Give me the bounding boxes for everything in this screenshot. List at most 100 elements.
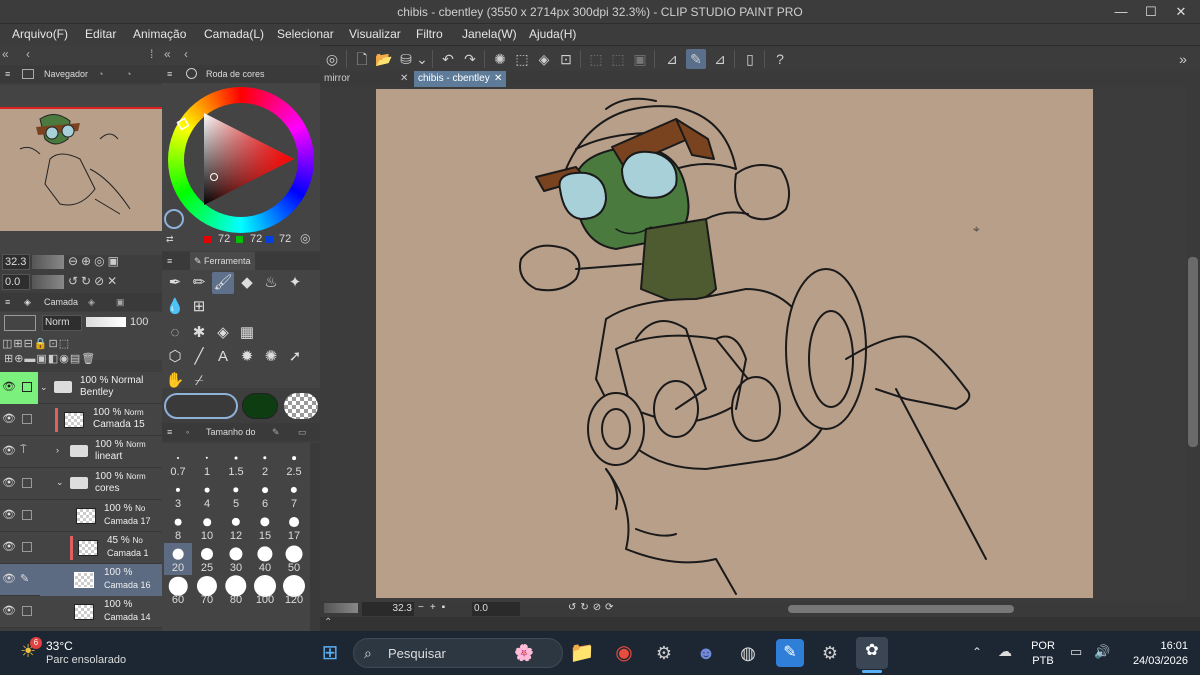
zoom-buttons[interactable]: ⊖⊕◎▣: [68, 254, 122, 268]
gradient-tool-icon[interactable]: ▦: [236, 322, 258, 344]
lock-box[interactable]: [22, 478, 32, 488]
zoom-slider[interactable]: [32, 255, 64, 269]
tab-chibis[interactable]: chibis - cbentley ✕: [414, 71, 506, 87]
special-ruler-snap-icon[interactable]: ✎: [686, 49, 706, 69]
layer-row-cores[interactable]: 👁 ⌄ 100 % Norm cores: [0, 468, 162, 500]
brush-size-15[interactable]: 15: [251, 511, 279, 543]
brush-size-17[interactable]: 17: [280, 511, 308, 543]
eye-icon[interactable]: 👁: [2, 476, 16, 490]
main-color-pill[interactable]: [164, 393, 238, 419]
brush-size-120[interactable]: 120: [280, 575, 308, 607]
brush-size-8[interactable]: 8: [164, 511, 192, 543]
fill-tool-icon[interactable]: ◈: [212, 322, 234, 344]
brush-size-10[interactable]: 10: [193, 511, 221, 543]
balloon-tool-icon[interactable]: ✹: [236, 346, 258, 368]
menu-icon[interactable]: ≡: [167, 65, 172, 83]
tab-icon-c[interactable]: ◈: [88, 293, 95, 311]
weather-desc[interactable]: Parc ensolarado: [46, 654, 126, 666]
saturation-triangle[interactable]: [168, 87, 314, 233]
blend-tool-icon[interactable]: 💧: [164, 296, 186, 318]
menu-icon[interactable]: ≡: [5, 293, 10, 311]
eye-icon[interactable]: 👁: [2, 540, 16, 554]
clip-studio-app-icon[interactable]: ✎: [776, 639, 804, 667]
clip-studio-icon[interactable]: ◎: [322, 49, 342, 69]
expand-chevron-icon[interactable]: ⌄: [56, 477, 64, 488]
eye-icon[interactable]: 👁: [2, 572, 16, 586]
pin-icon[interactable]: ⍑: [20, 444, 27, 457]
brush-size-3[interactable]: 3: [164, 479, 192, 511]
tab-icon-d[interactable]: ▣: [116, 293, 125, 311]
vertical-scroll-thumb[interactable]: [1188, 257, 1198, 447]
color-wheel-title[interactable]: Roda de cores: [206, 65, 265, 83]
zoom-field[interactable]: 32.3: [2, 254, 30, 270]
brush-size-title[interactable]: Tamanho do: [206, 423, 256, 441]
menu-animacao[interactable]: Animação: [133, 27, 186, 41]
text-tool-icon[interactable]: A: [212, 346, 234, 368]
fill-icon[interactable]: ◈: [534, 49, 554, 69]
chevron-left-icon[interactable]: ‹: [26, 47, 30, 61]
menu-selecionar[interactable]: Selecionar: [277, 27, 334, 41]
brush-size-4[interactable]: 4: [193, 479, 221, 511]
brush-tool-icon[interactable]: 🖌: [212, 272, 234, 294]
line-tool-icon[interactable]: ╱: [188, 346, 210, 368]
operation-tool-icon[interactable]: ➚: [284, 346, 306, 368]
lock-box[interactable]: [22, 606, 32, 616]
brush-size-12[interactable]: 12: [222, 511, 250, 543]
pen-tool-icon[interactable]: ✒: [164, 272, 186, 294]
brush-size-60[interactable]: 60: [164, 575, 192, 607]
tray-chevron-up-icon[interactable]: ⌃: [972, 645, 982, 659]
main-color-swatch[interactable]: [164, 209, 184, 229]
figure-tool-icon[interactable]: ⬡: [164, 346, 186, 368]
ruler-tool-icon[interactable]: ✺: [260, 346, 282, 368]
loading-icon[interactable]: ✺: [490, 49, 510, 69]
eye-icon[interactable]: 👁: [2, 444, 16, 458]
new-file-icon[interactable]: 🗋: [352, 49, 372, 69]
lock-box[interactable]: [22, 542, 32, 552]
steam-icon[interactable]: ⚙: [650, 639, 678, 667]
close-icon[interactable]: ✕: [400, 71, 408, 87]
menu-janela[interactable]: Janela(W): [462, 27, 517, 41]
lock-box[interactable]: [22, 382, 32, 392]
status-zoom-buttons[interactable]: −+▪: [418, 602, 451, 613]
redo-icon[interactable]: ↷: [460, 49, 480, 69]
network-icon[interactable]: ▭: [1070, 644, 1082, 660]
magic-wand-tool-icon[interactable]: ✱: [188, 322, 210, 344]
save-icon[interactable]: ⛁: [396, 49, 416, 69]
file-explorer-icon[interactable]: 📁: [568, 639, 596, 667]
horizontal-scroll-thumb[interactable]: [788, 605, 1014, 613]
grid-tool-icon[interactable]: ⊞: [188, 296, 210, 318]
grip-icon[interactable]: ⁞: [150, 47, 153, 61]
eye-icon[interactable]: 👁: [2, 508, 16, 522]
deselect-icon[interactable]: ⬚: [586, 49, 606, 69]
brush-size-2[interactable]: 2: [251, 447, 279, 479]
layer-panel-title[interactable]: Camada: [44, 293, 78, 311]
navigator-title[interactable]: Navegador: [44, 65, 88, 83]
layer-color-button[interactable]: [4, 315, 36, 331]
brush-size-30[interactable]: 30: [222, 543, 250, 575]
rotation-slider[interactable]: [32, 275, 64, 289]
layer-row-bentley[interactable]: 👁 ⌄ 100 % Normal Bentley: [0, 372, 162, 404]
minimize-button[interactable]: —: [1110, 3, 1132, 21]
chevron-up-icon[interactable]: ⌃: [324, 617, 332, 628]
cloud-icon[interactable]: ☁: [998, 643, 1012, 660]
tab-mirror[interactable]: mirror ✕: [320, 71, 412, 87]
brush-size-6[interactable]: 6: [251, 479, 279, 511]
brush-size-scrollbar[interactable]: [310, 443, 320, 631]
help-icon[interactable]: ?: [770, 49, 790, 69]
lang-line1[interactable]: POR: [1030, 640, 1056, 652]
chevron-down-icon[interactable]: ⌄: [416, 49, 428, 69]
eye-icon[interactable]: 👁: [2, 380, 16, 394]
status-rotation[interactable]: 0.0: [472, 602, 520, 616]
lang-line2[interactable]: PTB: [1030, 655, 1056, 667]
eye-icon[interactable]: 👁: [2, 604, 16, 618]
undo-icon[interactable]: ↶: [438, 49, 458, 69]
rotation-field[interactable]: 0.0: [2, 274, 30, 290]
opacity-slider[interactable]: [86, 317, 126, 327]
weather-temp[interactable]: 33°C: [46, 639, 73, 653]
clock-date[interactable]: 24/03/2026: [1120, 655, 1188, 667]
layer-tool-icons-row1[interactable]: ◫⊞⊟🔒⊡⬚: [2, 337, 70, 350]
lock-box[interactable]: [22, 414, 32, 424]
menu-filtro[interactable]: Filtro: [416, 27, 443, 41]
decoration-tool-icon[interactable]: ✦: [284, 272, 306, 294]
opacity-value[interactable]: 100: [130, 316, 148, 328]
